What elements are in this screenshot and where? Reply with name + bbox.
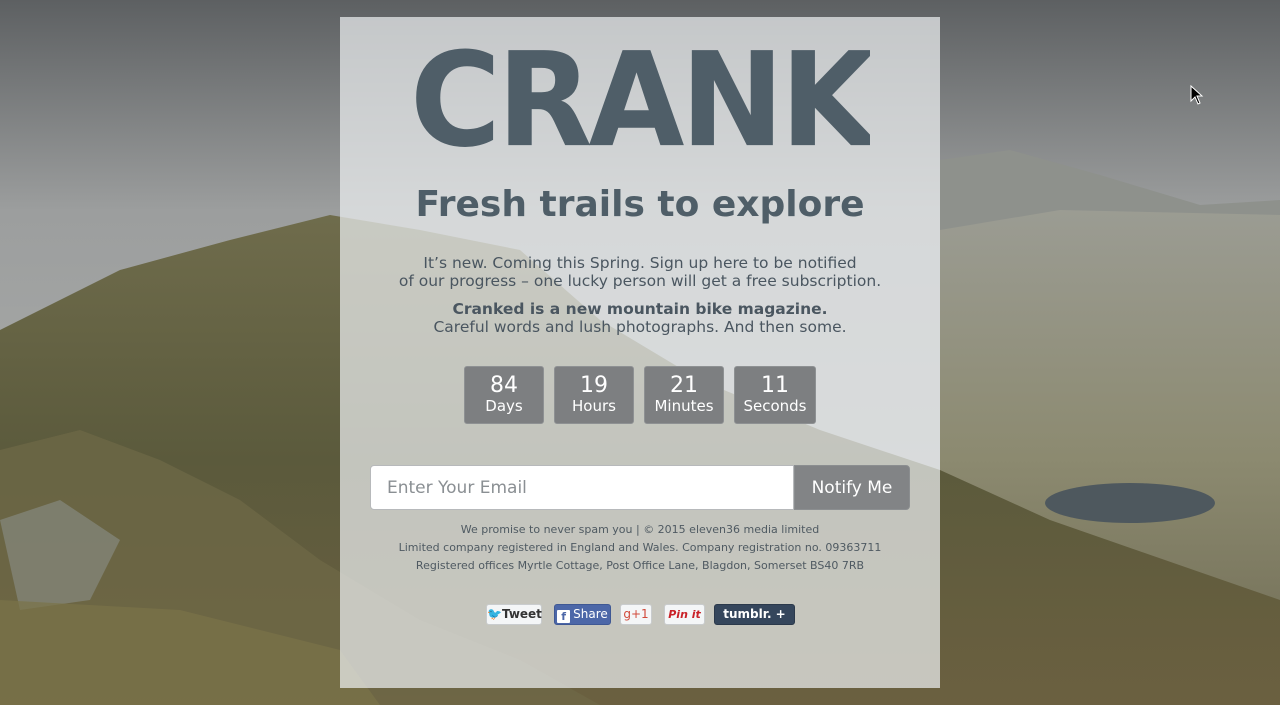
intro-line: It’s new. Coming this Spring. Sign up he…: [423, 254, 857, 272]
countdown-value: 84: [490, 373, 518, 398]
countdown-value: 19: [580, 373, 608, 398]
magazine-tagline: Cranked is a new mountain bike magazine.: [452, 300, 828, 318]
signup-panel: CRANKED Fresh trails to explore It’s new…: [340, 17, 940, 688]
intro-text: It’s new. Coming this Spring. Sign up he…: [340, 254, 940, 290]
legal-line: Registered offices Myrtle Cottage, Post …: [415, 559, 865, 572]
twitter-bird-icon: 🐦: [487, 607, 502, 621]
legal-line: Limited company registered in England an…: [398, 541, 882, 554]
countdown-minutes: 21 Minutes: [644, 366, 724, 424]
google-plus-icon: g+1: [623, 607, 649, 621]
legal-line: We promise to never spam you | © 2015 el…: [460, 523, 820, 536]
countdown-label: Hours: [572, 397, 616, 415]
tumblr-button[interactable]: tumblr. +: [714, 604, 795, 625]
magazine-subtext: Careful words and lush photographs. And …: [433, 318, 847, 336]
facebook-share-button[interactable]: f Share: [554, 604, 611, 625]
page-headline: Fresh trails to explore: [415, 184, 865, 225]
magazine-description: Cranked is a new mountain bike magazine.…: [340, 300, 940, 336]
tweet-label: Tweet: [501, 607, 542, 621]
countdown-seconds: 11 Seconds: [734, 366, 816, 424]
notify-me-button[interactable]: Notify Me: [794, 465, 910, 510]
pinterest-icon: Pin it: [668, 608, 701, 621]
tweet-button[interactable]: 🐦Tweet: [486, 604, 542, 625]
countdown-hours: 19 Hours: [554, 366, 634, 424]
countdown-label: Minutes: [654, 397, 714, 415]
facebook-icon: f: [557, 610, 571, 623]
facebook-share-label: Share: [573, 607, 608, 621]
email-input[interactable]: [370, 465, 794, 510]
legal-footer: We promise to never spam you | © 2015 el…: [340, 521, 940, 575]
countdown-days: 84 Days: [464, 366, 544, 424]
google-plus-button[interactable]: g+1: [620, 604, 652, 625]
cranked-logo: CRANKED: [410, 42, 870, 160]
intro-line: of our progress – one lucky person will …: [398, 272, 882, 290]
pinterest-button[interactable]: Pin it: [664, 604, 705, 625]
mouse-pointer-icon: [1190, 85, 1204, 105]
countdown-value: 21: [670, 373, 698, 398]
countdown-label: Days: [485, 397, 523, 415]
tumblr-icon: tumblr. +: [723, 607, 786, 621]
countdown-label: Seconds: [743, 397, 807, 415]
countdown-value: 11: [761, 373, 789, 398]
email-signup-form: Notify Me: [370, 465, 910, 510]
